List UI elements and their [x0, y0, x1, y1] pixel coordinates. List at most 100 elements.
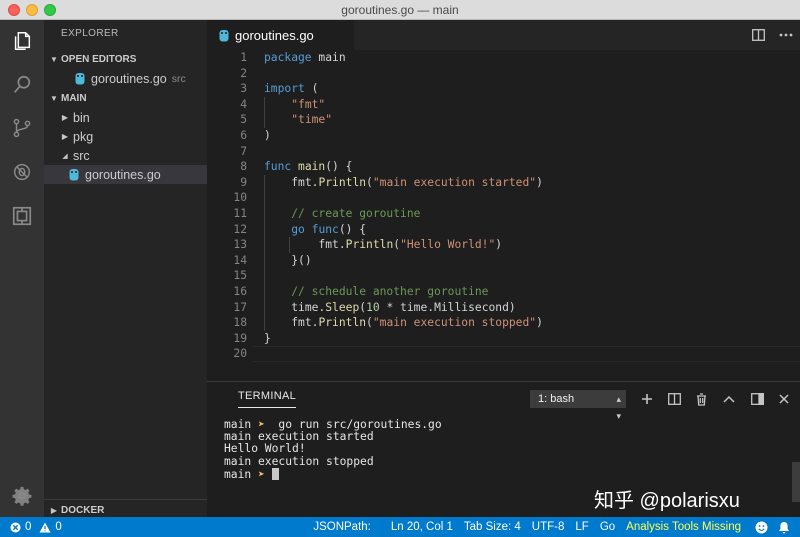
close-panel-icon[interactable]	[773, 389, 795, 409]
line-number: 17	[233, 300, 247, 314]
line-number: 15	[233, 269, 247, 283]
go-file-icon	[219, 29, 229, 41]
trash-icon[interactable]	[690, 389, 712, 409]
window-title: goroutines.go — main	[341, 3, 459, 17]
line-number: 5	[240, 113, 247, 127]
code-line: fmt.Println("Hello World!")	[318, 238, 503, 252]
line-number: 18	[233, 316, 247, 330]
terminal-selector-value: 1: bash	[538, 393, 575, 405]
tree-item-label: goroutines.go	[85, 167, 161, 182]
code-line: // create goroutine	[291, 206, 421, 220]
notifications-bell-icon[interactable]	[778, 521, 790, 534]
debug-icon[interactable]	[6, 156, 38, 188]
status-cursor-position[interactable]: Ln 20, Col 1	[391, 521, 453, 533]
explorer-sidebar: EXPLORER ▼ OPEN EDITORS goroutines.go sr…	[44, 20, 207, 517]
status-eol[interactable]: LF	[575, 521, 588, 533]
code-line: go func() {	[291, 222, 367, 236]
code-line: import (	[264, 82, 319, 96]
split-terminal-icon[interactable]	[663, 389, 685, 409]
tree-item-label: pkg	[73, 129, 94, 144]
code-line: fmt.Println("main execution started")	[291, 175, 543, 189]
tree-item-label: bin	[73, 110, 90, 125]
code-line: // schedule another goroutine	[291, 284, 489, 298]
code-line: "time"	[291, 113, 333, 127]
more-actions-icon[interactable]	[772, 20, 800, 50]
status-encoding[interactable]: UTF-8	[532, 521, 565, 533]
line-number: 4	[240, 97, 247, 111]
open-editor-filename: goroutines.go	[91, 71, 167, 86]
line-number: 3	[240, 82, 247, 96]
select-caret-icon: ▴ ▾	[616, 394, 621, 421]
watermark-text: 知乎 @polarisxu	[594, 490, 740, 512]
terminal-selector[interactable]: 1: bash ▴ ▾	[530, 390, 626, 421]
code-line: }()	[291, 253, 312, 267]
split-editor-icon[interactable]	[744, 20, 772, 50]
tab-goroutines-go[interactable]: goroutines.go	[207, 20, 354, 50]
terminal-cursor	[271, 467, 279, 480]
code-line: "fmt"	[291, 97, 326, 111]
tree-item-bin[interactable]: ▶ bin	[44, 108, 207, 127]
extensions-icon[interactable]	[6, 200, 38, 232]
explorer-icon[interactable]	[6, 25, 38, 57]
status-analysis-tools[interactable]: Analysis Tools Missing	[626, 521, 741, 533]
tree-item-pkg[interactable]: ▶ pkg	[44, 127, 207, 146]
open-editor-dir: src	[171, 72, 186, 85]
chevron-up-icon[interactable]	[718, 389, 740, 409]
docker-label: DOCKER	[61, 504, 105, 516]
chevron-down-icon: ▼	[50, 54, 58, 64]
code-editor[interactable]: 1 2 3 4 5 6 7 8 9 10 11 12 13 14 15 16 1…	[207, 50, 800, 381]
toggle-panel-icon[interactable]	[746, 389, 768, 409]
status-tab-size[interactable]: Tab Size: 4	[464, 521, 521, 533]
code-line: fmt.Println("main execution stopped")	[291, 316, 543, 330]
search-icon[interactable]	[6, 69, 38, 101]
status-language[interactable]: Go	[600, 521, 615, 533]
line-number: 19	[233, 331, 247, 345]
line-number: 2	[240, 66, 247, 80]
line-number: 9	[240, 175, 247, 189]
tab-label: goroutines.go	[235, 27, 314, 43]
open-editor-item[interactable]: goroutines.go src	[44, 69, 207, 88]
code-content: package main import ( "fmt" "time" ) fun…	[264, 50, 800, 362]
error-icon	[10, 522, 21, 532]
line-number: 20	[233, 347, 247, 361]
settings-gear-icon[interactable]	[6, 480, 38, 512]
chevron-right-icon: ▶	[61, 132, 69, 141]
problems-indicator[interactable]: 0 0	[10, 517, 62, 537]
line-number: 16	[233, 284, 247, 298]
terminal-output[interactable]: main ➤ go run src/goroutines.go main exe…	[224, 418, 442, 480]
tree-item-goroutines-go[interactable]: goroutines.go	[44, 165, 207, 184]
terminal-scrollbar[interactable]	[792, 462, 800, 502]
main-folder-label: MAIN	[61, 92, 87, 104]
editor-actions	[744, 20, 800, 50]
source-control-icon[interactable]	[6, 112, 38, 144]
warning-count: 0	[55, 521, 62, 533]
chevron-right-icon: ▶	[61, 113, 69, 122]
error-count: 0	[25, 521, 32, 533]
open-editors-label: OPEN EDITORS	[61, 53, 137, 65]
go-file-icon	[69, 169, 79, 181]
line-number: 1	[240, 51, 247, 64]
code-line: }	[264, 331, 271, 345]
terminal-line: main execution stopped	[224, 454, 374, 468]
chevron-right-icon: ▶	[50, 505, 58, 515]
code-line: time.Sleep(10 * time.Millisecond)	[291, 300, 516, 314]
line-number: 8	[240, 160, 247, 174]
editor-tab-bar: goroutines.go	[207, 20, 800, 50]
line-number: 14	[233, 253, 247, 267]
status-jsonpath[interactable]: JSONPath:	[313, 521, 371, 533]
tree-item-label: src	[73, 148, 90, 163]
line-number: 6	[240, 128, 247, 142]
open-editors-section[interactable]: ▼ OPEN EDITORS	[44, 50, 207, 68]
main-folder-section[interactable]: ▼ MAIN	[44, 89, 207, 107]
feedback-smiley-icon[interactable]	[755, 521, 768, 534]
new-terminal-icon[interactable]	[636, 389, 658, 409]
title-bar: goroutines.go — main	[0, 0, 800, 20]
status-bar: 0 0 JSONPath: Ln 20, Col 1 Tab Size: 4 U…	[0, 517, 800, 537]
chevron-down-icon: ▼	[50, 93, 58, 103]
tab-terminal[interactable]: TERMINAL	[238, 390, 297, 408]
code-line: package main	[264, 51, 346, 64]
tree-item-src[interactable]: ◢ src	[44, 146, 207, 165]
terminal-line: main ➤	[224, 467, 442, 480]
